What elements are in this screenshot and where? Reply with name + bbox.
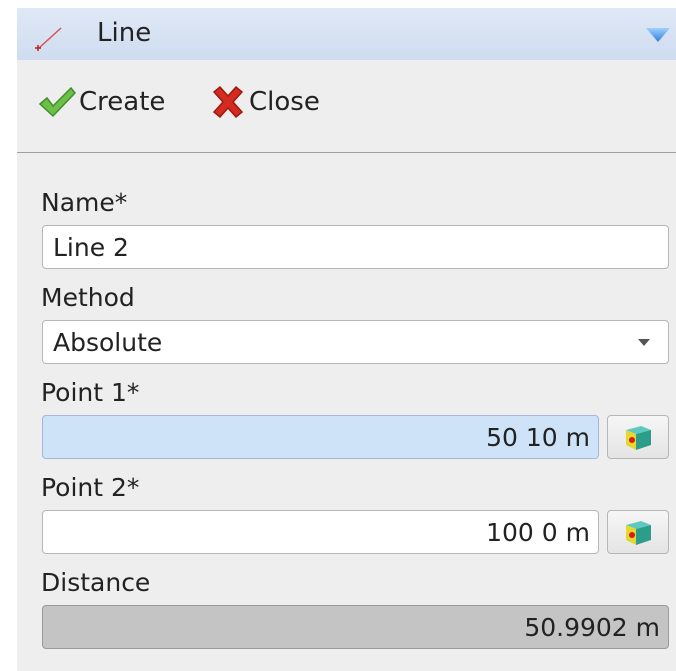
checkmark-icon <box>38 86 76 118</box>
point2-field-value: 100 0 m <box>486 517 590 547</box>
create-button[interactable]: Create <box>37 78 165 126</box>
name-label: Name* <box>41 188 128 217</box>
method-select[interactable]: Absolute <box>42 320 669 364</box>
close-button-label: Close <box>249 87 320 117</box>
close-button[interactable]: Close <box>209 78 320 126</box>
distance-field: 50.9902 m <box>42 605 669 649</box>
point2-label: Point 2* <box>41 473 140 502</box>
point1-label: Point 1* <box>41 378 140 407</box>
pick-point-cube-icon <box>626 426 651 450</box>
pick-point-cube-icon <box>626 521 651 545</box>
chevron-down-icon <box>638 339 650 346</box>
dialog-toolbar: Create Close <box>17 78 676 128</box>
red-x-icon <box>212 85 244 119</box>
distance-label: Distance <box>41 568 151 597</box>
method-label: Method <box>41 283 135 312</box>
toolbar-divider <box>17 152 676 153</box>
line-tool-icon <box>35 27 62 51</box>
name-field-value: Line 2 <box>53 232 129 262</box>
point2-pick-button[interactable] <box>607 510 669 554</box>
panel-title: Line <box>97 18 152 48</box>
collapse-arrow-icon[interactable] <box>645 26 671 44</box>
point1-field-value: 50 10 m <box>486 422 590 452</box>
method-select-value: Absolute <box>53 327 163 357</box>
distance-field-value: 50.9902 m <box>524 612 660 642</box>
point1-field[interactable]: 50 10 m <box>42 415 599 459</box>
point2-field[interactable]: 100 0 m <box>42 510 599 554</box>
line-task-panel: Line Create Close Name* Line 2 Method Ab… <box>17 8 676 671</box>
create-button-label: Create <box>79 87 166 117</box>
name-field[interactable]: Line 2 <box>42 225 669 269</box>
panel-titlebar[interactable]: Line <box>17 8 676 60</box>
point1-pick-button[interactable] <box>607 415 669 459</box>
